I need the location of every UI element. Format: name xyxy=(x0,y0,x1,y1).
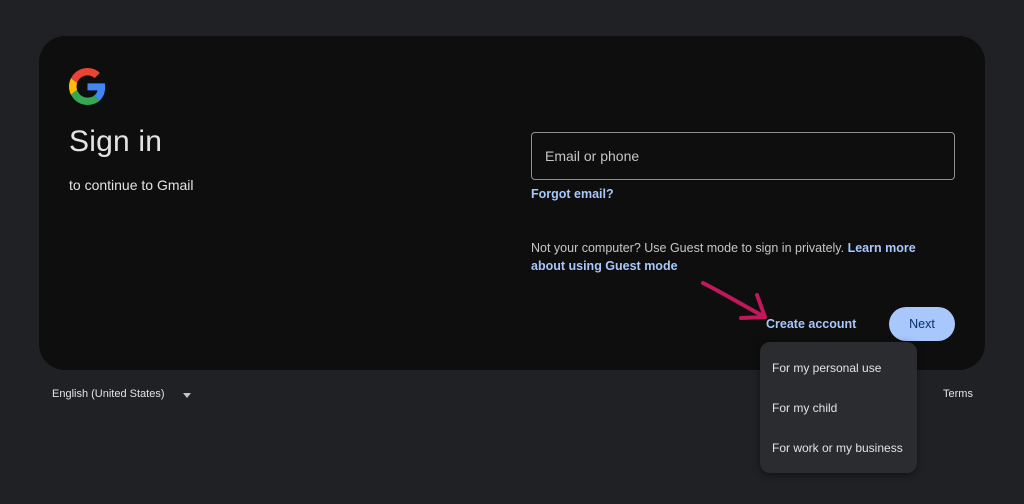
guest-mode-text: Not your computer? Use Guest mode to sig… xyxy=(531,241,845,255)
email-field[interactable] xyxy=(531,132,955,180)
forgot-email-link[interactable]: Forgot email? xyxy=(531,187,614,201)
sign-in-card: Sign in to continue to Gmail Forgot emai… xyxy=(39,36,985,370)
page-subtitle: to continue to Gmail xyxy=(69,177,194,193)
caret-down-icon[interactable] xyxy=(183,393,191,398)
email-input[interactable] xyxy=(532,133,954,179)
language-selector[interactable]: English (United States) xyxy=(52,388,165,400)
guest-mode-notice: Not your computer? Use Guest mode to sig… xyxy=(531,239,951,275)
page: Sign in to continue to Gmail Forgot emai… xyxy=(0,0,1024,504)
language-label: English (United States) xyxy=(52,388,165,400)
create-account-menu: For my personal use For my child For wor… xyxy=(760,342,917,473)
annotation-arrow-icon xyxy=(701,281,767,320)
google-g-icon xyxy=(69,68,106,105)
menu-item-work-business[interactable]: For work or my business xyxy=(760,428,917,468)
terms-link[interactable]: Terms xyxy=(943,388,973,400)
create-account-button[interactable]: Create account xyxy=(766,312,856,336)
menu-item-child[interactable]: For my child xyxy=(760,388,917,428)
menu-item-personal-use[interactable]: For my personal use xyxy=(760,348,917,388)
page-title: Sign in xyxy=(69,125,163,158)
next-button[interactable]: Next xyxy=(889,307,955,341)
